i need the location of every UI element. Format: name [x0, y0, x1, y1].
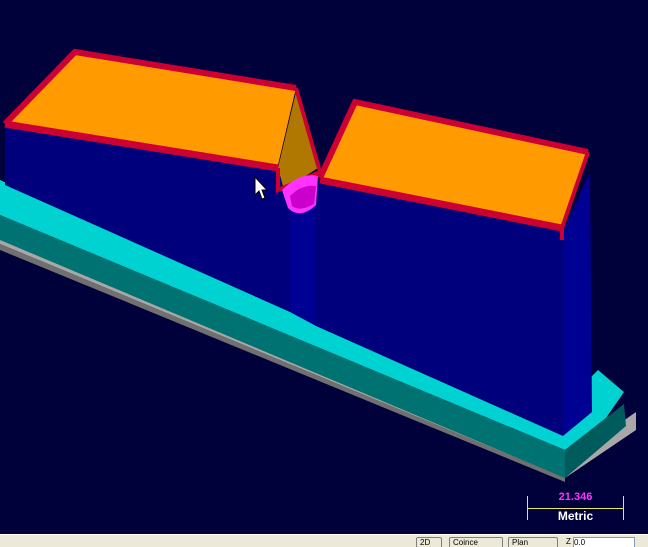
scale-value: 21.346: [558, 491, 593, 503]
scene-canvas[interactable]: [0, 0, 648, 534]
scale-unit: Metric: [557, 509, 594, 523]
status-bar: 2D Coince Plan Z: [0, 534, 648, 547]
3d-viewport[interactable]: 21.346 Metric: [0, 0, 648, 534]
scale-bar: 21.346 Metric: [527, 490, 624, 524]
